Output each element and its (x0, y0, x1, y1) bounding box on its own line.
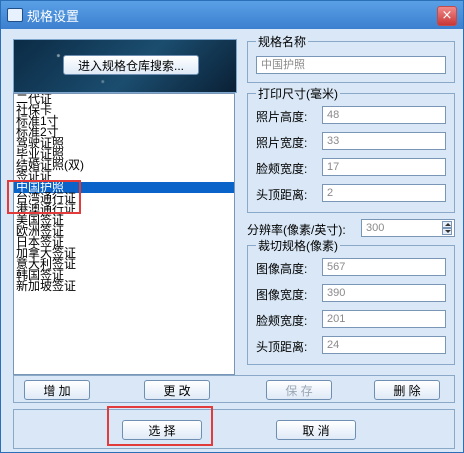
print-size-group: 打印尺寸(毫米) 照片高度: 48 照片宽度: 33 脸颊宽度: 17 头顶距离… (247, 85, 455, 213)
save-button[interactable]: 保 存 (266, 380, 332, 400)
resolution-value: 300 (366, 222, 385, 234)
change-button[interactable]: 更 改 (144, 380, 210, 400)
spec-name-title: 规格名称 (256, 33, 309, 50)
crop-field-label: 头顶距离: (256, 340, 308, 354)
action-toolbar: 增 加 更 改 保 存 删 除 (13, 375, 455, 403)
add-button[interactable]: 增 加 (24, 380, 90, 400)
crop-field-input[interactable]: 24 (322, 336, 446, 354)
print-size-title: 打印尺寸(毫米) (256, 85, 340, 102)
spec-list[interactable]: 二代证 社保卡 标准1寸 标准2寸 驾驶证照 毕业证照 结婚证照(双) 签证证 … (13, 93, 235, 375)
list-item[interactable]: 新加坡签证 (14, 280, 234, 292)
dialog-content: 进入规格仓库搜索... 二代证 社保卡 标准1寸 标准2寸 驾驶证照 毕业证照 … (7, 33, 457, 449)
crop-field-input[interactable]: 390 (322, 284, 446, 302)
crop-field-input[interactable]: 201 (322, 310, 446, 328)
print-field-label: 照片宽度: (256, 136, 308, 150)
spin-down-icon[interactable] (442, 228, 452, 235)
select-button[interactable]: 选 择 (122, 420, 202, 440)
crop-field-label: 图像宽度: (256, 288, 308, 302)
window-icon (7, 8, 23, 22)
print-field-label: 照片高度: (256, 110, 308, 124)
print-field-input[interactable]: 17 (322, 158, 446, 176)
resolution-input[interactable]: 300 (361, 219, 455, 237)
print-field-input[interactable]: 48 (322, 106, 446, 124)
repo-search-button[interactable]: 进入规格仓库搜索... (63, 55, 199, 75)
crop-spec-title: 裁切规格(像素) (256, 237, 340, 254)
spec-name-group: 规格名称 中国护照 (247, 33, 455, 83)
print-field-label: 脸颊宽度: (256, 162, 308, 176)
title-bar: 规格设置 × (1, 1, 463, 29)
cancel-button[interactable]: 取 消 (276, 420, 356, 440)
window-title: 规格设置 (27, 9, 80, 24)
spec-settings-window: 规格设置 × 进入规格仓库搜索... 二代证 社保卡 标准1寸 标准2寸 驾驶证… (0, 0, 464, 453)
resolution-label: 分辨率(像素/英寸): (247, 223, 346, 237)
dialog-buttons-group: 选 择 取 消 (13, 409, 455, 449)
print-field-input[interactable]: 2 (322, 184, 446, 202)
close-button[interactable]: × (437, 6, 457, 26)
print-field-input[interactable]: 33 (322, 132, 446, 150)
delete-button[interactable]: 删 除 (374, 380, 440, 400)
crop-spec-group: 裁切规格(像素) 图像高度: 567 图像宽度: 390 脸颊宽度: 201 头… (247, 237, 455, 365)
crop-field-label: 图像高度: (256, 262, 308, 276)
spec-name-input[interactable]: 中国护照 (256, 56, 446, 74)
crop-field-input[interactable]: 567 (322, 258, 446, 276)
print-field-label: 头顶距离: (256, 188, 308, 202)
spin-up-icon[interactable] (442, 221, 452, 228)
crop-field-label: 脸颊宽度: (256, 314, 308, 328)
